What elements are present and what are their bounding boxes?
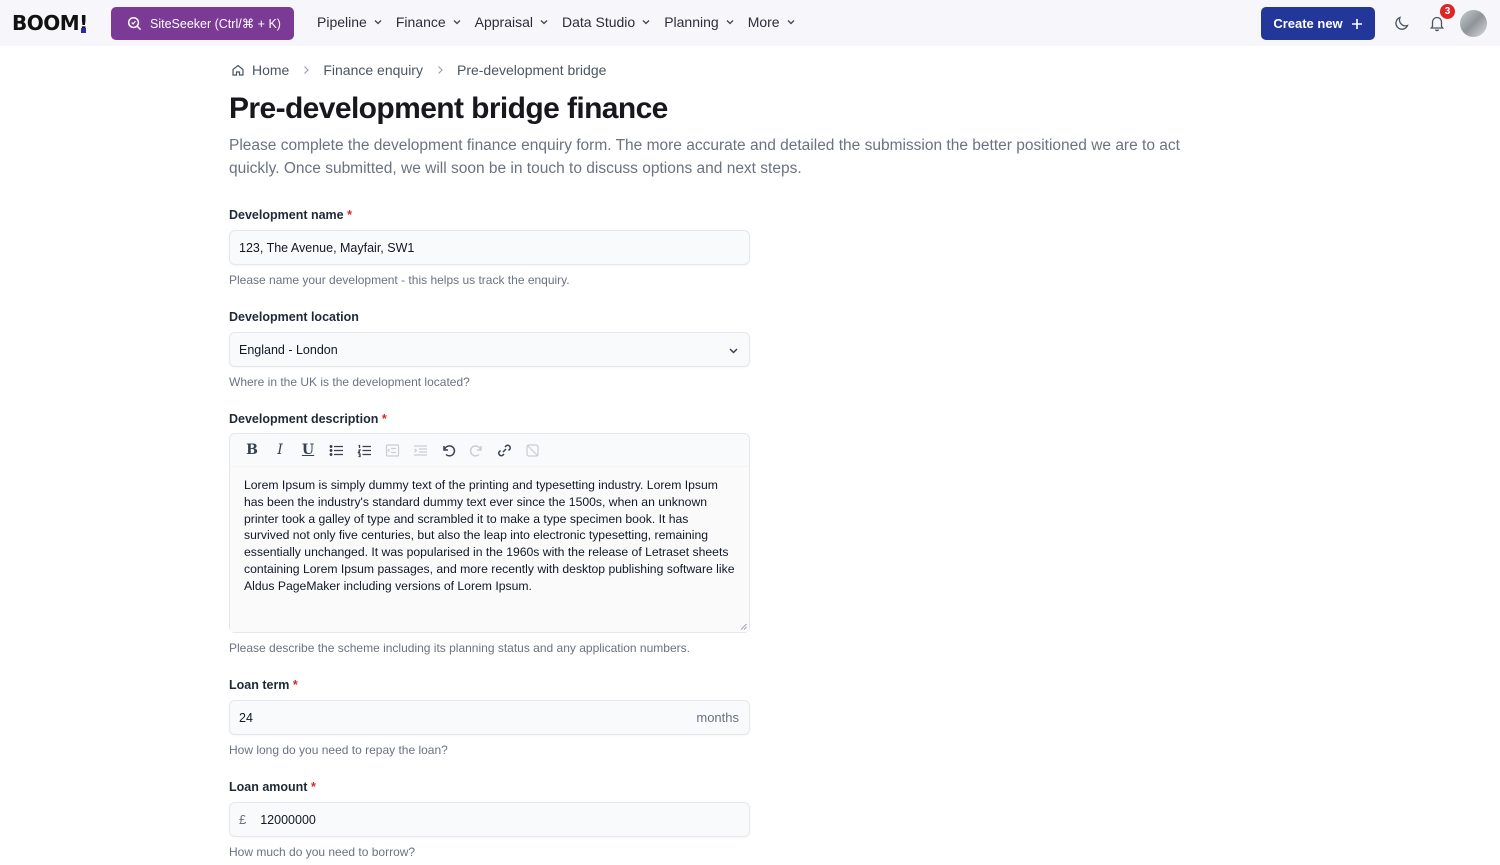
development-description-editor: B I U Lorem Ipsum is simply dummy text o…	[229, 433, 750, 633]
resize-handle-icon[interactable]	[740, 623, 747, 630]
nav-label: Pipeline	[317, 14, 367, 30]
chevron-down-icon	[374, 20, 382, 25]
plus-icon	[1351, 18, 1362, 29]
input-value: 12000000	[260, 812, 316, 827]
chevron-down-icon	[453, 20, 461, 25]
top-navigation-bar: BOOM! SiteSeeker (Ctrl/⌘ + K) Pipeline F…	[0, 0, 1500, 46]
loan-term-label: Loan term *	[229, 678, 298, 692]
siteseeker-search-button[interactable]: SiteSeeker (Ctrl/⌘ + K)	[111, 7, 294, 40]
loan-amount-hint: How much do you need to borrow?	[229, 845, 416, 859]
loan-term-input[interactable]: 24 months	[229, 700, 750, 735]
required-marker: *	[381, 412, 387, 426]
label-text: Loan amount	[229, 780, 308, 794]
development-name-input[interactable]: 123, The Avenue, Mayfair, SW1	[229, 230, 750, 265]
required-marker: *	[310, 780, 316, 794]
nav-pipeline[interactable]: Pipeline	[317, 14, 383, 30]
link-icon[interactable]	[496, 442, 512, 458]
nav-label: Finance	[395, 14, 446, 30]
breadcrumb-home[interactable]: Home	[252, 62, 289, 78]
select-value: England - London	[239, 342, 338, 357]
loan-amount-label: Loan amount *	[229, 780, 316, 794]
breadcrumb-finance-enquiry[interactable]: Finance enquiry	[323, 62, 423, 78]
moon-icon[interactable]	[1393, 14, 1411, 32]
main-nav: Pipeline Finance Appraisal Data Studio P…	[317, 14, 809, 30]
italic-icon[interactable]: I	[272, 442, 288, 458]
nav-finance[interactable]: Finance	[396, 14, 462, 30]
development-location-hint: Where in the UK is the development locat…	[229, 375, 470, 389]
logo-bang: !	[79, 11, 88, 35]
chevron-right-icon	[438, 66, 443, 74]
siteseeker-label: SiteSeeker (Ctrl/⌘ + K)	[150, 17, 281, 31]
description-textarea[interactable]: Lorem Ipsum is simply dummy text of the …	[230, 467, 749, 632]
chevron-right-icon	[304, 66, 310, 74]
indent-icon[interactable]	[412, 442, 428, 458]
input-value: 24	[239, 710, 253, 725]
nav-planning[interactable]: Planning	[664, 14, 735, 30]
development-description-label: Development description *	[229, 412, 387, 426]
development-name-hint: Please name your development - this help…	[229, 273, 570, 287]
months-suffix: months	[696, 710, 739, 725]
development-location-select[interactable]: England - London	[229, 332, 750, 367]
currency-prefix: £	[239, 812, 247, 827]
nav-label: More	[747, 14, 780, 30]
chevron-down-icon	[726, 20, 734, 25]
numbered-list-icon[interactable]	[356, 442, 372, 458]
loan-amount-input[interactable]: £ 12000000	[229, 802, 750, 837]
chevron-down-icon	[540, 20, 548, 25]
logo-text: BOOM	[12, 11, 80, 35]
nav-data-studio[interactable]: Data Studio	[562, 14, 651, 30]
nav-more[interactable]: More	[748, 14, 796, 30]
loan-term-hint: How long do you need to repay the loan?	[229, 743, 448, 757]
home-icon	[232, 64, 244, 76]
required-marker: *	[347, 208, 352, 222]
development-name-label: Development name *	[229, 208, 352, 222]
nav-label: Data Studio	[562, 14, 636, 30]
create-new-label: Create new	[1273, 16, 1343, 31]
development-description-hint: Please describe the scheme including its…	[229, 641, 690, 655]
underline-icon[interactable]: U	[300, 442, 316, 458]
editor-toolbar: B I U	[230, 434, 749, 467]
label-text: Development description	[229, 412, 379, 426]
development-location-label: Development location	[229, 310, 359, 324]
breadcrumb-current: Pre-development bridge	[456, 62, 607, 78]
bold-icon[interactable]: B	[244, 442, 260, 458]
nav-label: Planning	[664, 14, 719, 30]
nav-label: Appraisal	[474, 14, 534, 30]
label-text: Loan term	[229, 678, 290, 692]
chevron-down-icon	[787, 20, 795, 25]
user-avatar[interactable]	[1460, 10, 1487, 37]
label-text: Development name	[229, 208, 344, 222]
page-title: Pre-development bridge finance	[229, 92, 668, 125]
bullet-list-icon[interactable]	[328, 442, 344, 458]
input-value: 123, The Avenue, Mayfair, SW1	[239, 240, 415, 255]
redo-icon[interactable]	[468, 442, 484, 458]
search-icon	[127, 16, 142, 31]
nav-appraisal[interactable]: Appraisal	[475, 14, 549, 30]
chevron-down-icon	[642, 20, 650, 25]
page-intro: Please complete the development finance …	[229, 137, 1180, 177]
unlink-icon[interactable]	[524, 442, 540, 458]
notification-badge: 3	[1440, 4, 1455, 19]
outdent-icon[interactable]	[384, 442, 400, 458]
create-new-button[interactable]: Create new	[1261, 7, 1375, 40]
chevron-down-icon	[729, 348, 738, 354]
required-marker: *	[292, 678, 298, 692]
boom-logo[interactable]: BOOM!	[12, 11, 88, 35]
undo-icon[interactable]	[440, 442, 456, 458]
breadcrumb: Home Finance enquiry Pre-development bri…	[231, 62, 606, 78]
